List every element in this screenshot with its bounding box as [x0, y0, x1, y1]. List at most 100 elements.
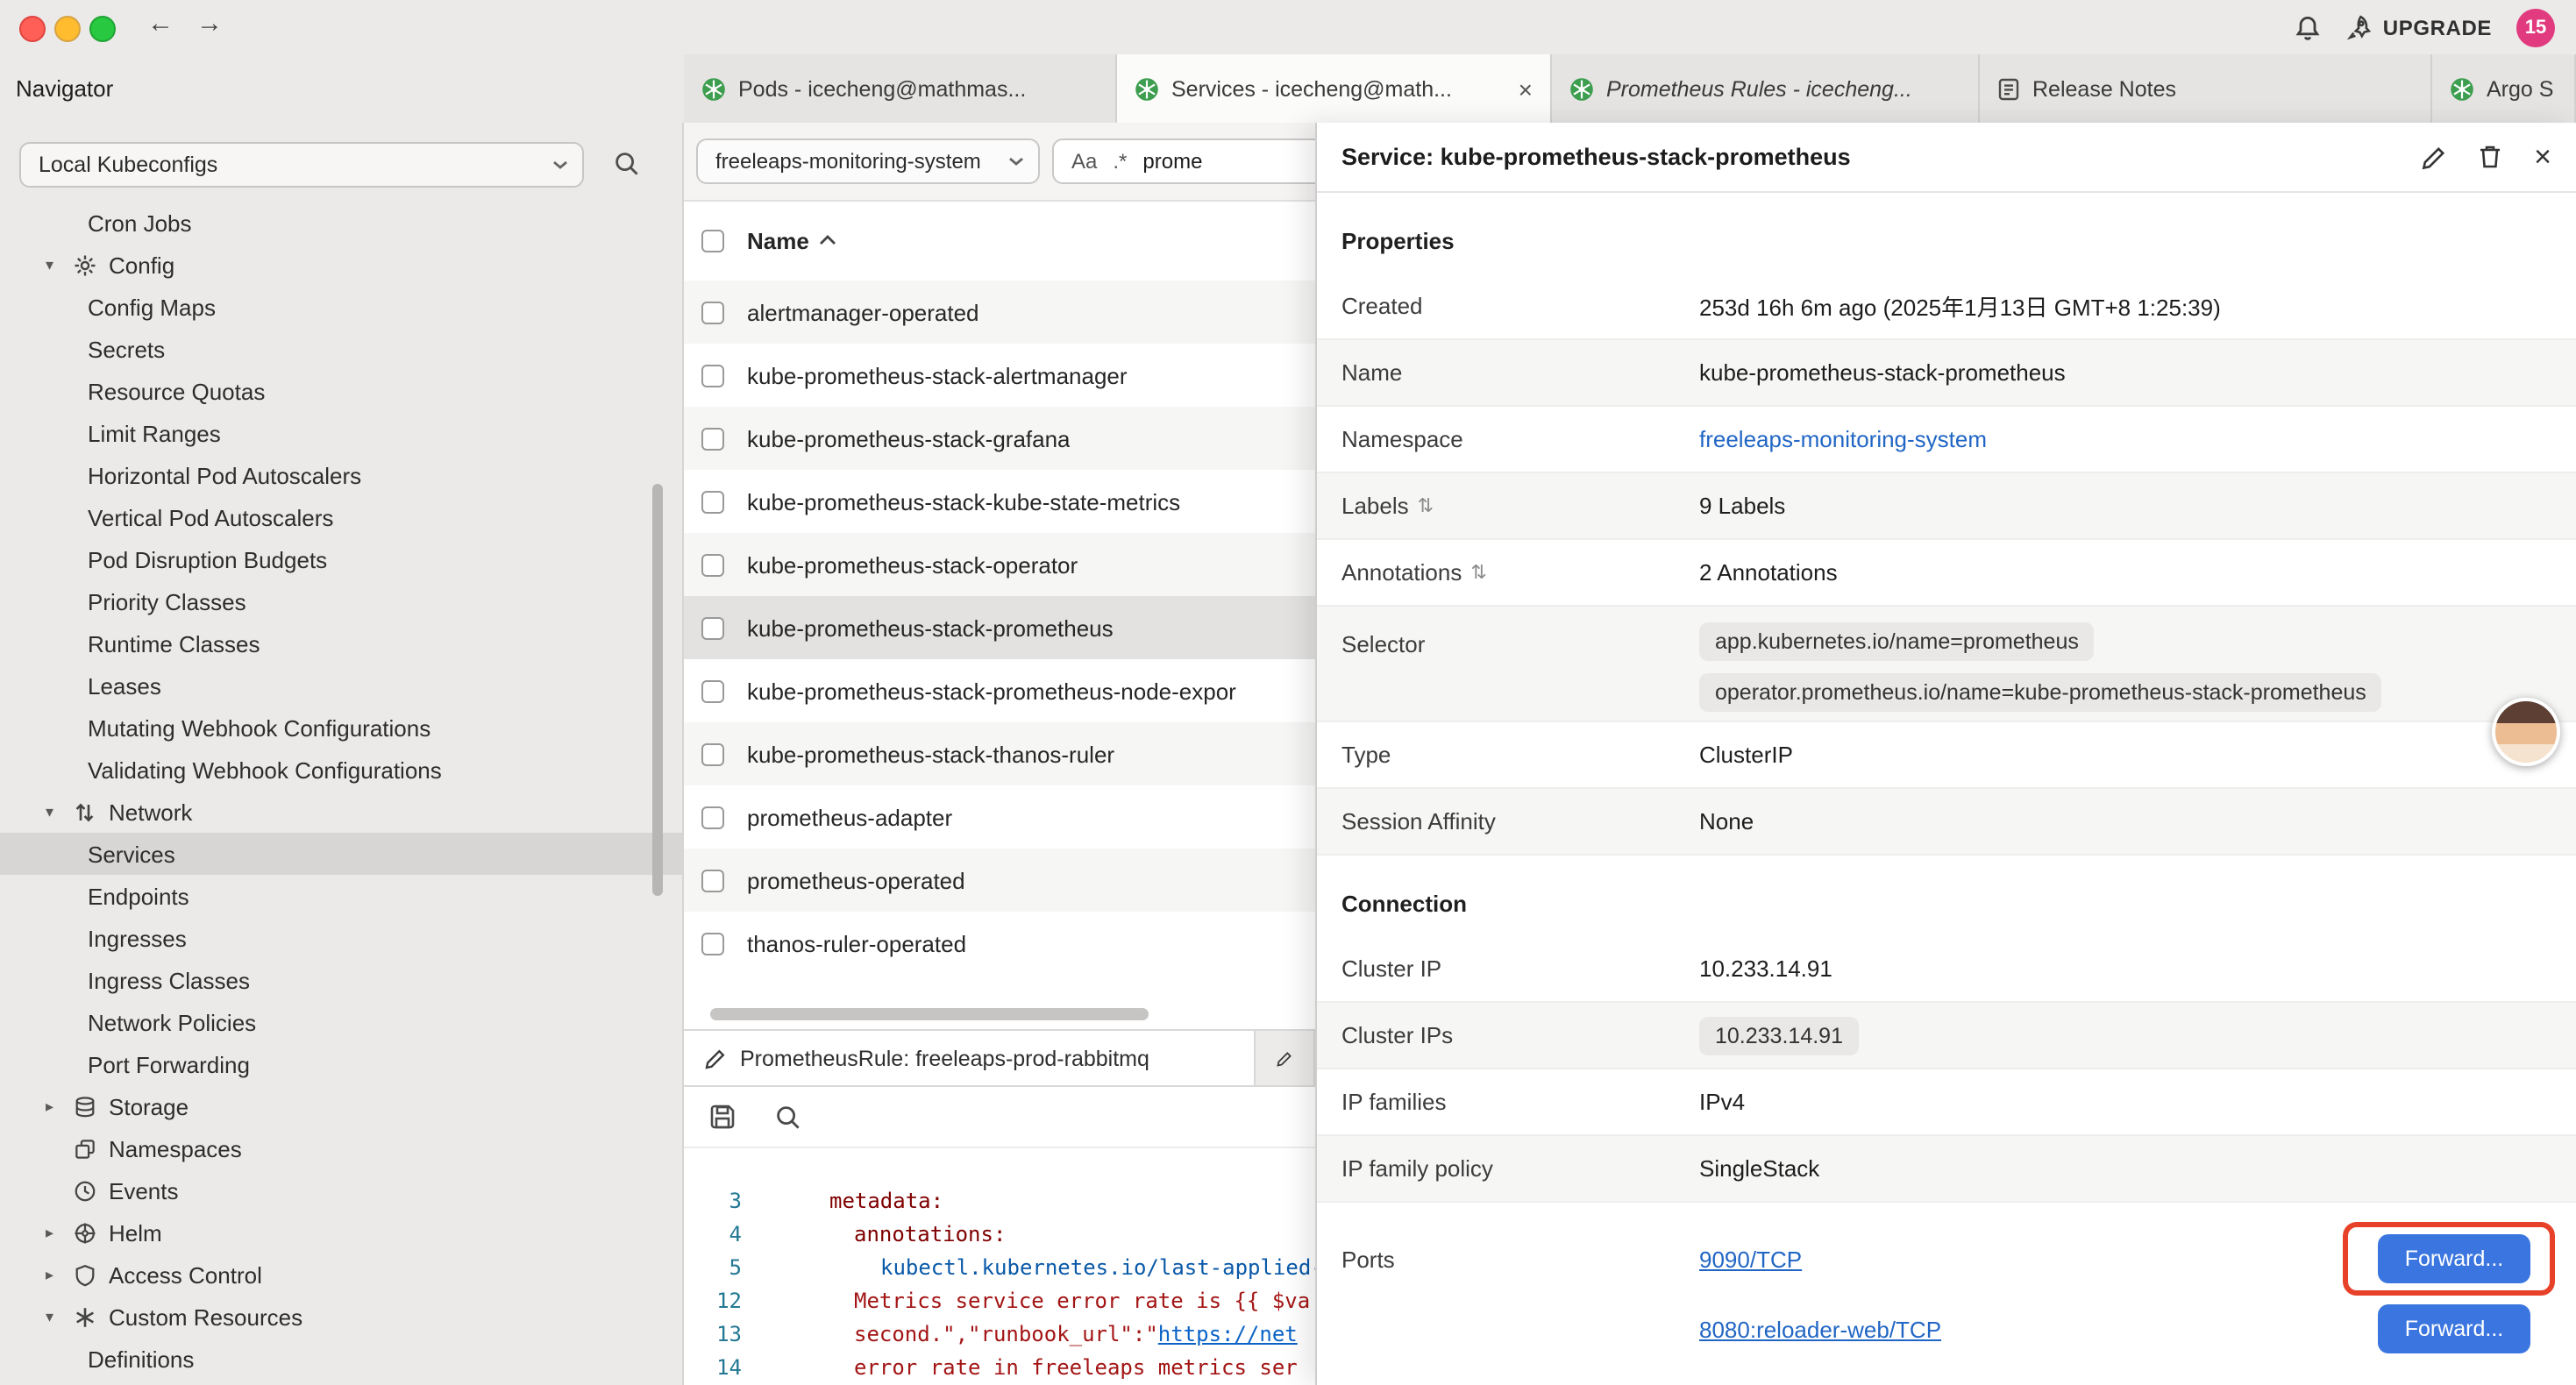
- sidebar-item-vertical-pod-autoscalers[interactable]: Vertical Pod Autoscalers: [0, 496, 682, 538]
- save-icon[interactable]: [708, 1103, 737, 1131]
- sidebar-item-pod-disruption-budgets[interactable]: Pod Disruption Budgets: [0, 538, 682, 580]
- detail-title: Service: kube-prometheus-stack-prometheu…: [1341, 144, 1851, 170]
- close-window-button[interactable]: [19, 16, 46, 42]
- port-link-9090[interactable]: 9090/TCP: [1699, 1246, 1802, 1272]
- back-button[interactable]: ←: [147, 9, 174, 39]
- selector-badge: app.kubernetes.io/name=prometheus: [1699, 622, 2095, 661]
- forward-button[interactable]: →: [196, 9, 223, 39]
- sidebar-item-network[interactable]: ▾ Network: [0, 791, 682, 833]
- detail-row-type: Type ClusterIP: [1317, 722, 2576, 789]
- row-checkbox[interactable]: [701, 616, 724, 639]
- sort-ascending-icon[interactable]: [820, 235, 837, 245]
- sidebar-item-resource-quotas[interactable]: Resource Quotas: [0, 370, 682, 412]
- user-avatar[interactable]: [2492, 698, 2560, 766]
- table-row[interactable]: kube-prometheus-stack-grafana: [684, 407, 1315, 470]
- table-row[interactable]: kube-prometheus-stack-operator: [684, 533, 1315, 596]
- name-column-header[interactable]: Name: [747, 227, 809, 253]
- tab-argo[interactable]: Argo S: [2432, 54, 2576, 123]
- expand-collapse-icon[interactable]: ⇅: [1470, 561, 1486, 584]
- sidebar-item-endpoints[interactable]: Endpoints: [0, 875, 682, 917]
- horizontal-scrollbar[interactable]: [710, 1008, 1149, 1020]
- row-checkbox[interactable]: [701, 742, 724, 765]
- editor-tab-prometheusrule[interactable]: PrometheusRule: freeleaps-prod-rabbitmq: [684, 1031, 1256, 1085]
- sidebar-item-namespaces[interactable]: Namespaces: [0, 1127, 682, 1169]
- sidebar-item-services[interactable]: Services: [0, 833, 682, 875]
- search-icon[interactable]: [775, 1104, 801, 1130]
- sidebar-item-validating-webhook-configurations[interactable]: Validating Webhook Configurations: [0, 749, 682, 791]
- yaml-key: metadata:: [829, 1185, 943, 1218]
- sidebar-item-leases[interactable]: Leases: [0, 664, 682, 707]
- namespace-link[interactable]: freeleaps-monitoring-system: [1699, 426, 1987, 452]
- table-row[interactable]: kube-prometheus-stack-prometheus-node-ex…: [684, 659, 1315, 722]
- chevron-collapsed-icon: ▸: [46, 1265, 74, 1284]
- search-input[interactable]: Aa .* prome: [1052, 138, 1315, 184]
- sidebar-item-storage[interactable]: ▸ Storage: [0, 1085, 682, 1127]
- notifications-bell-icon[interactable]: [2294, 13, 2322, 41]
- row-checkbox[interactable]: [701, 553, 724, 576]
- sidebar-item-cron-jobs[interactable]: Cron Jobs: [0, 202, 682, 244]
- sidebar-item-runtime-classes[interactable]: Runtime Classes: [0, 622, 682, 664]
- row-checkbox[interactable]: [701, 490, 724, 513]
- upgrade-button[interactable]: UPGRADE: [2346, 14, 2492, 40]
- row-checkbox[interactable]: [701, 364, 724, 387]
- sidebar-item-priority-classes[interactable]: Priority Classes: [0, 580, 682, 622]
- namespace-selector[interactable]: freeleaps-monitoring-system: [696, 138, 1040, 184]
- table-row[interactable]: prometheus-operated: [684, 849, 1315, 912]
- delete-icon[interactable]: [2478, 144, 2502, 170]
- row-checkbox[interactable]: [701, 869, 724, 891]
- sidebar-item-events[interactable]: Events: [0, 1169, 682, 1211]
- sidebar-item-access-control[interactable]: ▸ Access Control: [0, 1254, 682, 1296]
- expand-collapse-icon[interactable]: ⇅: [1418, 494, 1434, 517]
- minimize-window-button[interactable]: [54, 16, 81, 42]
- sidebar-item-ingresses[interactable]: Ingresses: [0, 917, 682, 959]
- table-row[interactable]: kube-prometheus-stack-kube-state-metrics: [684, 470, 1315, 533]
- forward-port-button[interactable]: Forward...: [2378, 1304, 2530, 1353]
- sidebar-item-mutating-webhook-configurations[interactable]: Mutating Webhook Configurations: [0, 707, 682, 749]
- service-detail-panel: Service: kube-prometheus-stack-prometheu…: [1315, 123, 2576, 1385]
- sidebar-item-custom-resources[interactable]: ▾ Custom Resources: [0, 1296, 682, 1338]
- zoom-window-button[interactable]: [89, 16, 116, 42]
- sidebar-item-port-forwarding[interactable]: Port Forwarding: [0, 1043, 682, 1085]
- kubeconfig-selector[interactable]: Local Kubeconfigs: [19, 142, 584, 188]
- yaml-editor[interactable]: 3metadata: 4annotations: 5kubectl.kubern…: [684, 1148, 1315, 1385]
- select-all-checkbox[interactable]: [701, 229, 724, 252]
- tab-pods[interactable]: Pods - icecheng@mathmas...: [684, 54, 1117, 123]
- tab-services[interactable]: Services - icecheng@math... ×: [1117, 54, 1552, 123]
- table-row-selected[interactable]: kube-prometheus-stack-prometheus: [684, 596, 1315, 659]
- row-checkbox[interactable]: [701, 301, 724, 323]
- close-tab-icon[interactable]: ×: [1508, 75, 1533, 103]
- row-checkbox[interactable]: [701, 679, 724, 702]
- sidebar-item-config-maps[interactable]: Config Maps: [0, 286, 682, 328]
- edit-icon[interactable]: [2422, 145, 2446, 169]
- row-checkbox[interactable]: [701, 806, 724, 828]
- table-row[interactable]: kube-prometheus-stack-alertmanager: [684, 344, 1315, 407]
- sidebar-item-definitions[interactable]: Definitions: [0, 1338, 682, 1380]
- profile-badge[interactable]: 15: [2516, 8, 2555, 46]
- detail-header: Service: kube-prometheus-stack-prometheu…: [1317, 123, 2576, 193]
- table-row[interactable]: thanos-ruler-operated: [684, 912, 1315, 975]
- forward-port-button[interactable]: Forward...: [2378, 1234, 2530, 1283]
- sidebar-item-limit-ranges[interactable]: Limit Ranges: [0, 412, 682, 454]
- sidebar-item-helm[interactable]: ▸ Helm: [0, 1211, 682, 1254]
- tab-prometheus-rules[interactable]: Prometheus Rules - icecheng...: [1552, 54, 1980, 123]
- port-link-8080[interactable]: 8080:reloader-web/TCP: [1699, 1316, 1941, 1342]
- sidebar-item-config[interactable]: ▾ Config: [0, 244, 682, 286]
- row-checkbox[interactable]: [701, 427, 724, 450]
- sidebar-item-horizontal-pod-autoscalers[interactable]: Horizontal Pod Autoscalers: [0, 454, 682, 496]
- regex-toggle[interactable]: .*: [1113, 149, 1127, 174]
- sidebar-scrollbar[interactable]: [652, 484, 663, 896]
- sidebar-item-ingress-classes[interactable]: Ingress Classes: [0, 959, 682, 1001]
- row-checkbox[interactable]: [701, 932, 724, 955]
- editor-tab-partial[interactable]: [1256, 1031, 1315, 1085]
- table-row[interactable]: kube-prometheus-stack-thanos-ruler: [684, 722, 1315, 785]
- detail-row-name: Name kube-prometheus-stack-prometheus: [1317, 340, 2576, 407]
- search-icon[interactable]: [614, 151, 640, 177]
- match-case-toggle[interactable]: Aa: [1071, 149, 1097, 174]
- close-icon[interactable]: ×: [2534, 142, 2551, 172]
- sidebar-item-network-policies[interactable]: Network Policies: [0, 1001, 682, 1043]
- table-row[interactable]: alertmanager-operated: [684, 281, 1315, 344]
- sidebar-item-secrets[interactable]: Secrets: [0, 328, 682, 370]
- properties-heading: Properties: [1317, 193, 2576, 273]
- table-row[interactable]: prometheus-adapter: [684, 785, 1315, 849]
- tab-release-notes[interactable]: Release Notes: [1980, 54, 2432, 123]
